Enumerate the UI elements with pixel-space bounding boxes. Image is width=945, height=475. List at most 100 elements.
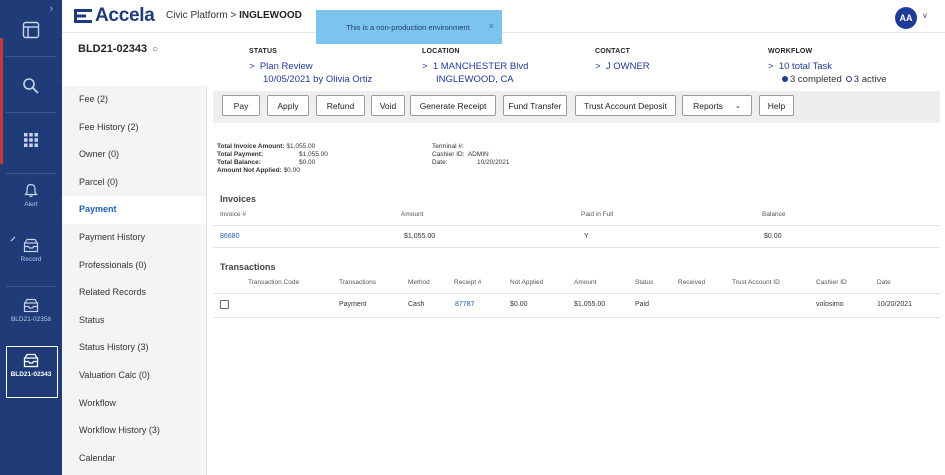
app-root: › Alert Record BLD21-02358 BLD21-02343 A… — [0, 0, 945, 475]
sidebar-item-status-history[interactable]: Status History (3) — [62, 334, 206, 362]
cashier-label: Cashier ID: — [432, 151, 465, 158]
location-value[interactable]: > 1 MANCHESTER Blvd — [422, 60, 528, 73]
transaction-amount: $1,055.00 — [574, 301, 606, 308]
apps-grid-icon — [24, 133, 38, 147]
trust-account-deposit-button[interactable]: Trust Account Deposit — [575, 95, 676, 116]
transaction-code-header: Transaction Code — [248, 279, 300, 286]
location-column: LOCATION > 1 MANCHESTER Blvd INGLEWOOD, … — [422, 45, 528, 86]
record-tray-icon — [23, 353, 39, 368]
receipt-header: Receipt # — [454, 279, 482, 286]
transaction-method: Cash — [408, 301, 425, 308]
terminal-label: Terminal #: — [432, 143, 464, 150]
amount-header: Amount — [574, 279, 597, 286]
refresh-icon[interactable]: ○ — [152, 44, 158, 55]
divider — [213, 225, 940, 226]
rail-apps[interactable] — [0, 132, 62, 148]
accela-logo[interactable]: Accela — [74, 5, 155, 27]
receipt-number-link[interactable]: 87787 — [455, 301, 474, 308]
fund-transfer-button[interactable]: Fund Transfer — [503, 95, 567, 116]
record-id-text: BLD21-02343 — [78, 43, 148, 55]
breadcrumb-agency: INGLEWOOD — [239, 10, 302, 21]
sidebar-item-owner[interactable]: Owner (0) — [62, 141, 206, 169]
chevron-right-icon: > — [768, 61, 774, 72]
total-invoice-value: $1,055.00 — [286, 143, 316, 150]
transaction-not-applied: $0.00 — [510, 301, 528, 308]
transaction-date: 10/20/2021 — [877, 301, 913, 308]
location-value-text: 1 MANCHESTER Blvd — [432, 61, 529, 72]
contact-value[interactable]: > J OWNER — [595, 60, 650, 73]
status-value[interactable]: > Plan Review — [249, 60, 372, 73]
sidebar-item-valuation-calc[interactable]: Valuation Calc (0) — [62, 362, 206, 390]
sidebar-item-payment-history[interactable]: Payment History — [62, 224, 206, 252]
search-icon — [23, 78, 39, 94]
total-payment-label: Total Payment: — [217, 151, 264, 158]
sidebar-item-fee[interactable]: Fee (2) — [62, 86, 206, 114]
date-value: 10/20/2021 — [477, 159, 510, 166]
rail-divider — [6, 112, 56, 113]
not-applied-label: Amount Not Applied: — [217, 167, 282, 174]
total-payment-value: $1,055.00 — [299, 151, 328, 158]
rail-search[interactable] — [0, 77, 62, 95]
sidebar-item-workflow-history[interactable]: Workflow History (3) — [62, 417, 206, 445]
breadcrumb-separator: > — [230, 10, 237, 21]
workflow-active: 3 active — [853, 74, 887, 85]
record-sidebar: Fee (2) Fee History (2) Owner (0) Parcel… — [62, 86, 207, 475]
breadcrumb-app[interactable]: Civic Platform — [166, 10, 228, 21]
rail-recent-record-1-label: BLD21-02358 — [10, 316, 52, 323]
received-header: Received — [678, 279, 706, 286]
void-button[interactable]: Void — [371, 95, 405, 116]
sidebar-item-status[interactable]: Status — [62, 307, 206, 335]
record-tray-icon — [23, 298, 39, 313]
rail-recent-record-1[interactable]: BLD21-02358 — [0, 298, 62, 323]
pay-button[interactable]: Pay — [222, 95, 260, 116]
close-icon[interactable]: × — [489, 21, 494, 31]
transaction-cashier: volosimo — [816, 301, 844, 308]
payment-summary-right: Terminal #: Cashier ID: ADMIN Date: 10/20… — [432, 143, 510, 167]
rail-recent-record-2[interactable]: BLD21-02343 — [0, 353, 62, 378]
refund-button[interactable]: Refund — [316, 95, 365, 116]
cashier-id-header: Cashier ID — [816, 279, 847, 286]
reports-label: Reports — [693, 100, 723, 111]
dashboard-icon — [22, 21, 40, 39]
sidebar-item-parcel[interactable]: Parcel (0) — [62, 169, 206, 197]
sidebar-item-workflow[interactable]: Workflow — [62, 390, 206, 418]
invoices-title: Invoices — [220, 194, 257, 204]
trust-account-id-header: Trust Account ID — [732, 279, 780, 286]
record-tray-icon — [23, 238, 39, 253]
apply-button[interactable]: Apply — [267, 95, 309, 116]
sidebar-item-professionals[interactable]: Professionals (0) — [62, 252, 206, 280]
reports-button[interactable]: Reports ⌄ — [682, 95, 752, 116]
bell-icon — [24, 183, 38, 198]
status-value-text: Plan Review — [259, 61, 313, 72]
divider — [213, 293, 940, 294]
invoice-amount: $1,055.00 — [404, 233, 436, 240]
rail-divider — [6, 286, 56, 287]
workflow-value[interactable]: > 10 total Task — [768, 60, 887, 73]
row-select-checkbox[interactable] — [220, 300, 229, 309]
contact-column: CONTACT > J OWNER — [595, 45, 650, 73]
generate-receipt-button[interactable]: Generate Receipt — [410, 95, 496, 116]
sidebar-item-fee-history[interactable]: Fee History (2) — [62, 114, 206, 142]
rail-record-label: Record — [20, 256, 42, 263]
rail-alert[interactable]: Alert — [0, 183, 62, 208]
workflow-column: WORKFLOW > 10 total Task 3 completed 3 ac… — [768, 45, 887, 86]
invoice-balance-header: Balance — [762, 211, 786, 218]
accela-logo-text: Accela — [95, 5, 155, 26]
invoice-number-header: Invoice # — [220, 211, 247, 218]
chevron-right-icon: > — [595, 61, 601, 72]
sidebar-item-calendar[interactable]: Calendar — [62, 445, 206, 473]
sidebar-item-related-records[interactable]: Related Records — [62, 279, 206, 307]
chevron-down-icon[interactable]: ∨ — [922, 11, 928, 20]
pin-icon — [10, 236, 16, 242]
sidebar-item-payment[interactable]: Payment — [62, 196, 206, 224]
rail-collapse-chevron-icon[interactable]: › — [50, 3, 53, 13]
invoice-number-link[interactable]: 86680 — [220, 233, 239, 240]
help-button[interactable]: Help — [759, 95, 794, 116]
invoice-paid: Y — [584, 233, 589, 240]
status-column: STATUS > Plan Review 10/05/2021 by Olivi… — [249, 45, 372, 86]
accela-logo-icon — [74, 9, 92, 23]
rail-dashboard[interactable] — [0, 21, 62, 39]
user-avatar[interactable]: AA — [895, 7, 917, 29]
toast-message: This is a non-production environment. — [346, 22, 472, 32]
transaction-status: Paid — [635, 301, 650, 308]
